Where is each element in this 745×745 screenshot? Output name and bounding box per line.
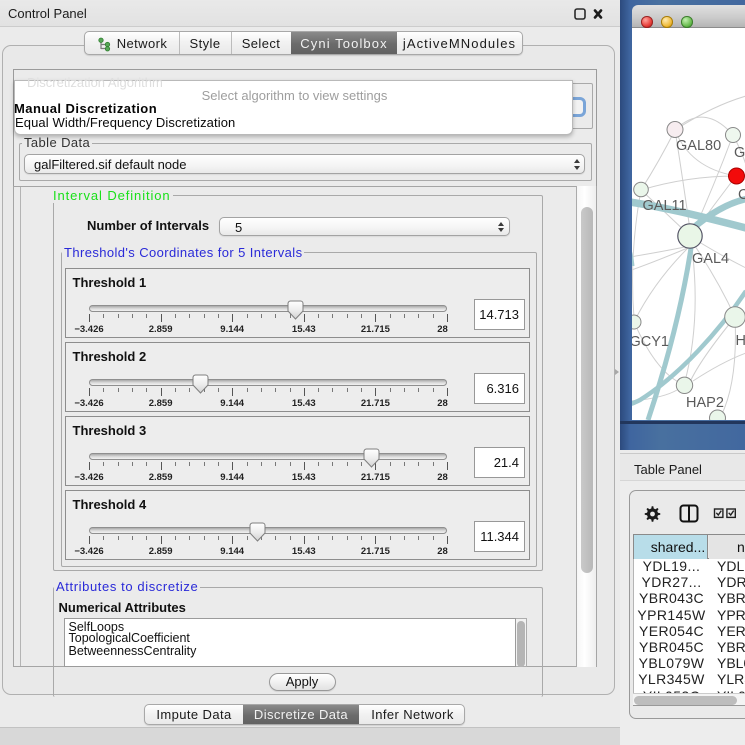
svg-text:GCY1: GCY1 bbox=[632, 334, 669, 350]
svg-text:C: C bbox=[738, 187, 745, 203]
svg-text:HAP2: HAP2 bbox=[686, 395, 724, 411]
svg-text:GAL80: GAL80 bbox=[676, 138, 721, 154]
svg-text:GAL11: GAL11 bbox=[643, 198, 687, 214]
svg-text:GA: GA bbox=[734, 145, 745, 161]
svg-text:GAL4: GAL4 bbox=[692, 251, 729, 267]
svg-text:H: H bbox=[736, 333, 745, 349]
